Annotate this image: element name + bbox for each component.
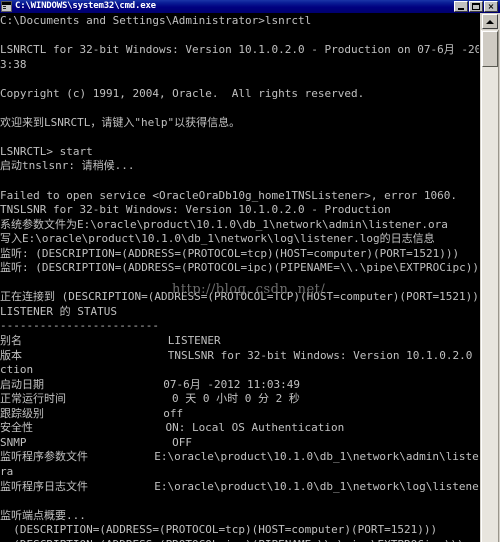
maximize-button[interactable] xyxy=(469,1,483,12)
console-line: 版本 TNSLSNR for 32-bit Windows: Version 1… xyxy=(0,348,479,362)
console-line: Failed to open service <OracleOraDb10g_h… xyxy=(0,188,457,202)
console-line: 监听程序参数文件 E:\oracle\product\10.1.0\db_1\n… xyxy=(0,450,479,464)
scrollbar-track[interactable] xyxy=(481,30,499,542)
minimize-icon xyxy=(458,8,464,10)
console-line: TNSLSNR for 32-bit Windows: Version 10.1… xyxy=(0,203,391,217)
console-lines: C:\Documents and Settings\Administrator>… xyxy=(0,13,479,542)
minimize-button[interactable] xyxy=(454,1,468,12)
console-line: LSNRCTL> start xyxy=(0,144,93,158)
console-line: 3:38 xyxy=(0,57,27,71)
console-line: SNMP OFF xyxy=(0,435,193,449)
console-line: ction xyxy=(0,363,34,377)
console-line: (DESCRIPTION=(ADDRESS=(PROTOCOL=tcp)(HOS… xyxy=(0,523,438,537)
close-icon: × xyxy=(487,2,495,11)
console-line: 跟踪级别 off xyxy=(0,406,184,420)
console-line: 启动tnslsnr: 请稍候... xyxy=(0,159,135,173)
cmd-icon xyxy=(1,1,12,12)
console-line: 写入E:\oracle\product\10.1.0\db_1\network\… xyxy=(0,232,435,246)
console-output-area[interactable]: C:\Documents and Settings\Administrator>… xyxy=(0,13,479,542)
console-line: 监听: (DESCRIPTION=(ADDRESS=(PROTOCOL=tcp)… xyxy=(0,246,460,260)
console-line: 安全性 ON: Local OS Authentication xyxy=(0,421,345,435)
window-controls: × xyxy=(454,1,498,12)
maximize-icon xyxy=(472,3,480,10)
console-line: 别名 LISTENER xyxy=(0,334,221,348)
title-bar[interactable]: C:\WINDOWS\system32\cmd.exe × xyxy=(0,0,500,13)
console-line: ra xyxy=(0,464,14,478)
window-title: C:\WINDOWS\system32\cmd.exe xyxy=(15,1,156,11)
console-line: LSNRCTL for 32-bit Windows: Version 10.1… xyxy=(0,43,479,57)
console-line: 监听端点概要... xyxy=(0,508,86,522)
scroll-up-arrow-button[interactable] xyxy=(482,14,498,29)
console-line: C:\Documents and Settings\Administrator>… xyxy=(0,14,312,27)
console-line: 监听程序日志文件 E:\oracle\product\10.1.0\db_1\n… xyxy=(0,479,479,493)
scrollbar-thumb[interactable] xyxy=(482,31,498,67)
console-line: 启动日期 07-6月 -2012 11:03:49 xyxy=(0,377,301,391)
console-line: 监听: (DESCRIPTION=(ADDRESS=(PROTOCOL=ipc)… xyxy=(0,261,479,275)
console-line: ------------------------ xyxy=(0,319,159,333)
console-line: Copyright (c) 1991, 2004, Oracle. All ri… xyxy=(0,86,365,100)
console-line: 系统参数文件为E:\oracle\product\10.1.0\db_1\net… xyxy=(0,217,448,231)
console-line: 正常运行时间 0 天 0 小时 0 分 2 秒 xyxy=(0,392,300,406)
cmd-window: C:\WINDOWS\system32\cmd.exe × C:\Documen… xyxy=(0,0,500,542)
vertical-scrollbar[interactable] xyxy=(479,13,500,542)
console-line: 正在连接到 (DESCRIPTION=(ADDRESS=(PROTOCOL=TC… xyxy=(0,290,479,304)
console-line: LISTENER 的 STATUS xyxy=(0,304,117,318)
console-line: 欢迎来到LSNRCTL，请键入"help"以获得信息。 xyxy=(0,115,241,129)
console-line: (DESCRIPTION=(ADDRESS=(PROTOCOL=ipc)(PIP… xyxy=(0,538,479,542)
close-button[interactable]: × xyxy=(484,1,498,12)
